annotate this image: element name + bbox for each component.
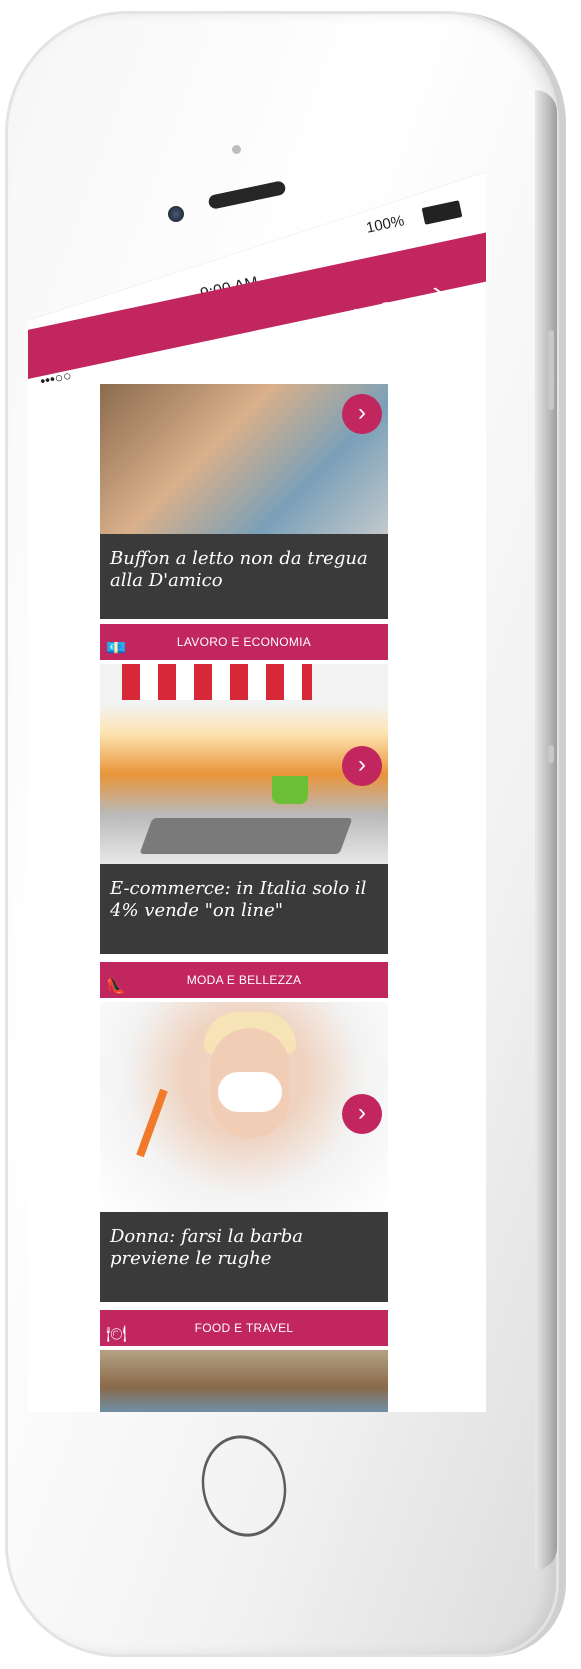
high-heel-icon: 👠 <box>106 978 127 995</box>
cutlery-icon: 🍽 <box>106 1326 127 1343</box>
money-icon: 💶 <box>106 640 127 657</box>
back-button[interactable]: ‹ Categorie <box>33 413 107 459</box>
phone-screen: •••○○ 9:00 AM 100% ‹ Categorie Area Part… <box>28 172 486 1412</box>
open-article-button[interactable]: › <box>342 746 382 786</box>
section-title: MODA E BELLEZZA <box>186 973 302 987</box>
razor-graphic <box>136 1088 168 1158</box>
proximity-sensor <box>232 145 241 154</box>
section-header[interactable]: 🍽 FOOD E TRAVEL <box>100 1310 388 1346</box>
article-card[interactable] <box>100 1350 388 1412</box>
laptop-graphic <box>139 818 353 854</box>
front-camera <box>168 206 184 222</box>
article-title: Buffon a letto non da tregua alla D'amic… <box>100 534 388 619</box>
article-card[interactable]: Buffon a letto non da tregua alla D'amic… <box>100 384 388 619</box>
article-card[interactable]: E-commerce: in Italia solo il 4% vende "… <box>100 664 388 954</box>
volume-button <box>548 330 554 410</box>
article-card[interactable]: Donna: farsi la barba previene le rughe … <box>100 1002 388 1302</box>
basket-graphic <box>272 776 308 804</box>
section-title: LAVORO E ECONOMIA <box>176 635 312 649</box>
awning-graphic <box>122 664 312 700</box>
open-article-button[interactable]: › <box>342 1094 382 1134</box>
article-title: Donna: farsi la barba previene le rughe <box>100 1212 388 1302</box>
app-content: •••○○ 9:00 AM 100% ‹ Categorie Area Part… <box>28 172 486 1412</box>
back-label: Categorie <box>48 425 108 453</box>
chevron-left-icon: ‹ <box>33 425 50 458</box>
section-header[interactable]: 💶 LAVORO E ECONOMIA <box>100 624 388 660</box>
side-button <box>548 745 554 763</box>
article-title: E-commerce: in Italia solo il 4% vende "… <box>100 864 388 954</box>
article-image <box>100 1350 388 1412</box>
phone-side <box>535 90 557 1570</box>
foam-graphic <box>218 1072 282 1112</box>
section-header[interactable]: 👠 MODA E BELLEZZA <box>100 962 388 998</box>
open-article-button[interactable]: › <box>342 394 382 434</box>
section-title: FOOD E TRAVEL <box>194 1321 294 1335</box>
